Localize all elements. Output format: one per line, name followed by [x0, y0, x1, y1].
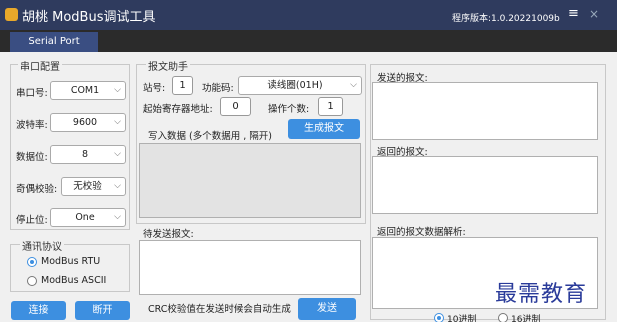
port-value: COM1 — [70, 85, 100, 96]
serial-config-title: 串口配置 — [18, 58, 62, 73]
stopbits-label: 停止位: — [16, 215, 48, 226]
radio-modbus-ascii[interactable] — [27, 276, 37, 286]
stopbits-value: One — [75, 212, 95, 223]
databits-label: 数据位: — [16, 152, 48, 163]
hex-label: 16进制 — [511, 315, 541, 322]
function-select[interactable]: 读线圈(01H) ⌵ — [238, 76, 362, 95]
chevron-down-icon: ⌵ — [114, 181, 121, 191]
port-label: 串口号: — [16, 88, 48, 99]
modbus-ascii-label: ModBus ASCII — [41, 275, 107, 286]
databits-value: 8 — [81, 149, 89, 160]
tab-serial-port[interactable]: Serial Port — [10, 32, 98, 52]
app-logo-icon — [5, 8, 18, 21]
sent-message-textarea[interactable] — [372, 82, 598, 140]
assistant-title: 报文助手 — [146, 58, 190, 73]
tab-bar: Serial Port — [0, 30, 617, 52]
disconnect-button[interactable]: 断开 — [75, 301, 130, 320]
watermark-text: 最需教育 — [495, 282, 588, 307]
station-input[interactable]: 1 — [172, 76, 193, 95]
chevron-down-icon: ⌵ — [114, 149, 121, 159]
close-icon[interactable]: × — [589, 7, 599, 21]
station-label: 站号: — [143, 83, 166, 94]
radio-hex[interactable] — [498, 313, 508, 322]
baud-label: 波特率: — [16, 120, 48, 131]
parity-select[interactable]: 无校验 ⌵ — [61, 177, 126, 196]
pending-label: 待发送报文: — [143, 229, 194, 240]
chevron-down-icon: ⌵ — [114, 212, 121, 222]
returned-message-textarea[interactable] — [372, 156, 598, 214]
connect-button[interactable]: 连接 — [11, 301, 66, 320]
radio-modbus-rtu[interactable] — [27, 257, 37, 267]
parse-label: 返回的报文数据解析: — [377, 227, 466, 238]
port-select[interactable]: COM1 ⌵ — [50, 81, 126, 100]
count-label: 操作个数: — [268, 104, 310, 115]
modbus-rtu-label: ModBus RTU — [41, 256, 101, 267]
pending-textarea[interactable] — [139, 240, 361, 295]
protocol-title: 通讯协议 — [20, 238, 64, 253]
radio-decimal[interactable] — [434, 313, 444, 322]
function-value: 读线圈(01H) — [267, 80, 323, 91]
start-addr-label: 起始寄存器地址: — [143, 104, 213, 115]
chevron-down-icon: ⌵ — [114, 85, 121, 95]
count-input[interactable]: 1 — [318, 97, 343, 116]
databits-select[interactable]: 8 ⌵ — [50, 145, 126, 164]
chevron-down-icon: ⌵ — [350, 80, 357, 90]
title-bar: 胡桃 ModBus调试工具 程序版本:1.0.20221009b ≡ × — [0, 0, 617, 30]
parity-value: 无校验 — [73, 181, 102, 192]
version-label: 程序版本:1.0.20221009b — [452, 14, 560, 24]
generate-button[interactable]: 生成报文 — [288, 119, 360, 139]
parity-label: 奇偶校验: — [16, 184, 58, 195]
send-button[interactable]: 发送 — [298, 298, 356, 320]
baud-select[interactable]: 9600 ⌵ — [50, 113, 126, 132]
baud-value: 9600 — [72, 117, 98, 128]
menu-icon[interactable]: ≡ — [568, 6, 579, 21]
chevron-down-icon: ⌵ — [114, 117, 121, 127]
write-data-textarea[interactable] — [139, 143, 361, 218]
function-label: 功能码: — [202, 83, 234, 94]
crc-note: CRC校验值在发送时候会自动生成 — [148, 304, 291, 315]
app-title: 胡桃 ModBus调试工具 — [22, 10, 156, 25]
start-addr-input[interactable]: 0 — [220, 97, 251, 116]
decimal-label: 10进制 — [447, 315, 477, 322]
stopbits-select[interactable]: One ⌵ — [50, 208, 126, 227]
write-data-label: 写入数据 (多个数据用 , 隔开) — [148, 131, 272, 142]
